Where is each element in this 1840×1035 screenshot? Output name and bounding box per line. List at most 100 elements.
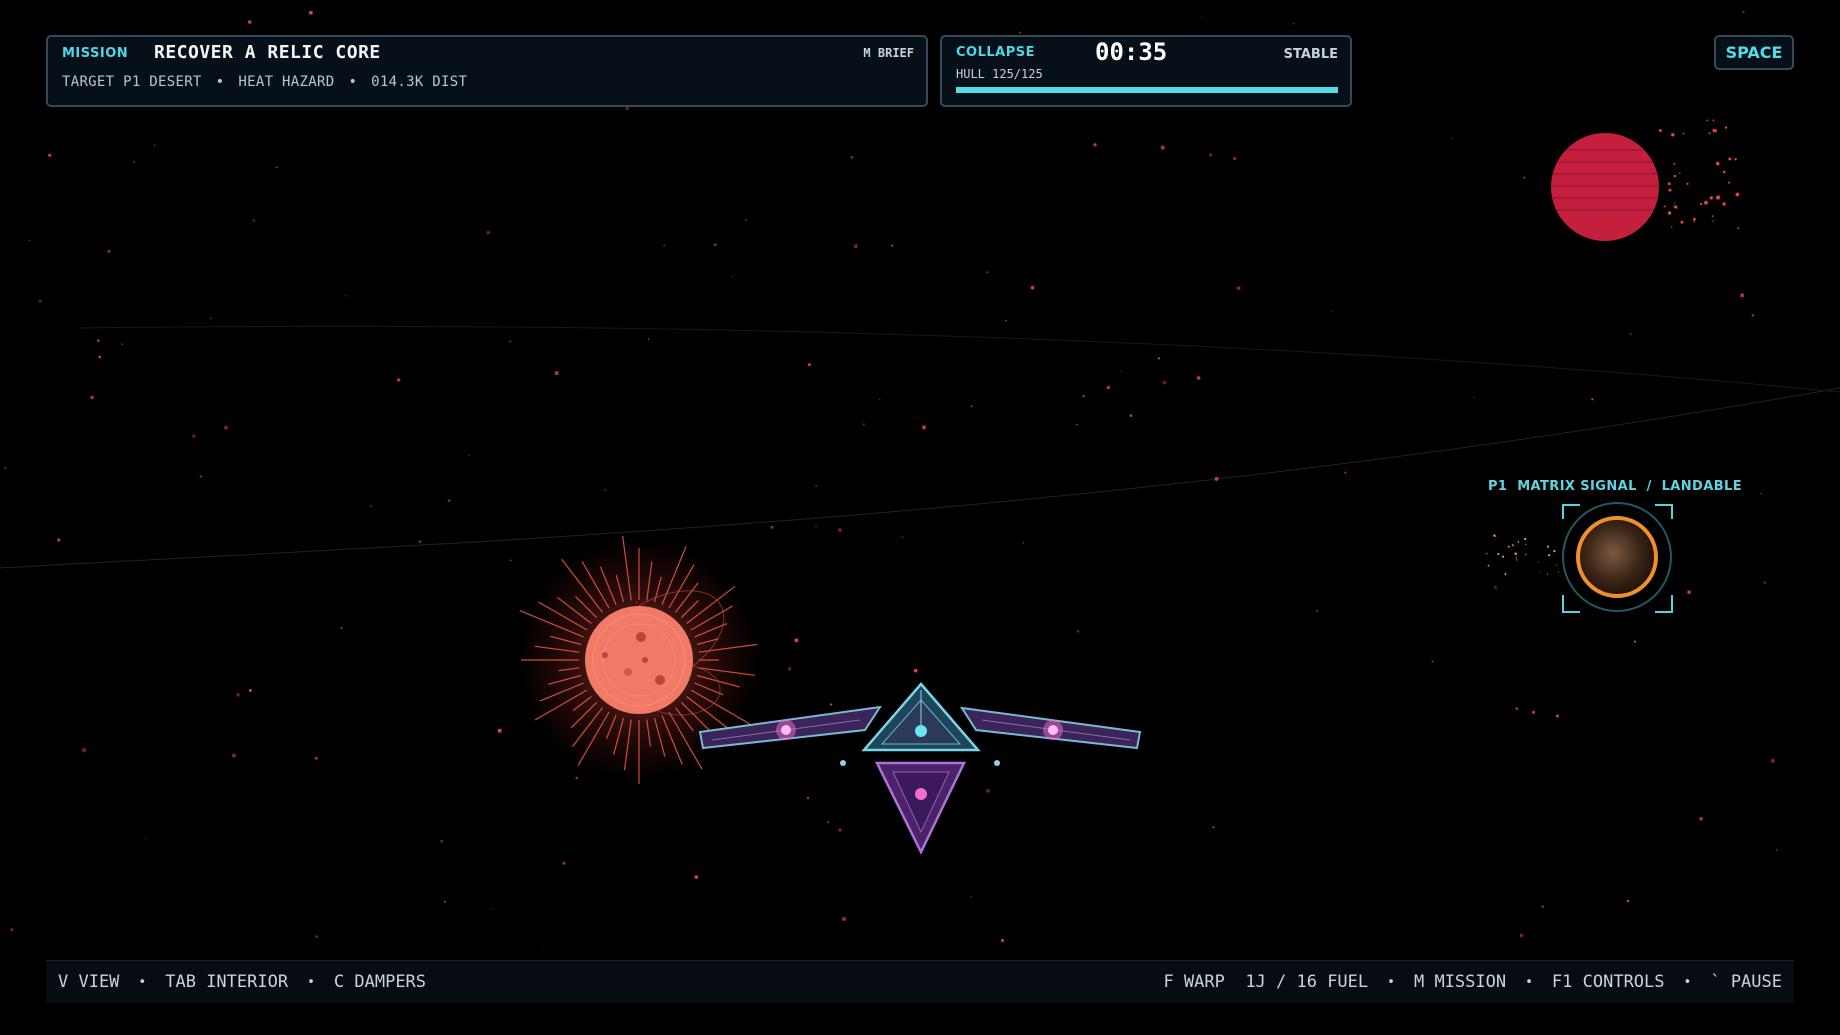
star <box>247 20 252 24</box>
dust-particle <box>1728 181 1730 184</box>
star <box>133 161 135 163</box>
star <box>4 466 7 470</box>
star <box>1629 332 1632 335</box>
dust-particle <box>1546 573 1549 575</box>
star <box>1196 376 1201 380</box>
dust-particle <box>1667 211 1672 215</box>
dust-particle <box>1515 557 1517 559</box>
separator-dot: • <box>1683 974 1692 990</box>
separator-dot: • <box>1525 974 1533 990</box>
dust-particle <box>1517 541 1520 543</box>
star <box>497 728 502 733</box>
star <box>90 395 94 400</box>
star <box>192 434 196 439</box>
star <box>1160 145 1165 150</box>
star <box>444 900 447 903</box>
star <box>1162 380 1167 385</box>
star <box>604 489 606 491</box>
dust-particle <box>1486 553 1488 555</box>
star <box>694 875 699 879</box>
star <box>562 861 566 865</box>
mission-panel: MISSION RECOVER A RELIC CORE M BRIEF TAR… <box>46 35 928 107</box>
dust-particle <box>1507 545 1510 548</box>
star <box>492 908 494 910</box>
star <box>1316 609 1318 612</box>
star <box>794 638 799 643</box>
dust-particle <box>1708 132 1711 135</box>
star <box>1531 710 1536 714</box>
space-scene <box>0 10 1840 950</box>
dust-particle <box>1667 182 1671 186</box>
star <box>28 239 31 242</box>
mission-brief-key[interactable]: M BRIEF <box>863 46 914 60</box>
view-mode-button[interactable]: SPACE <box>1714 35 1794 70</box>
controls-left: V VIEW • TAB INTERIOR • C DAMPERS <box>58 961 426 1003</box>
separator-dot: • <box>138 974 147 990</box>
dust-particle <box>1671 226 1673 228</box>
dust-particle <box>1511 544 1514 547</box>
star <box>486 230 491 235</box>
star <box>210 317 212 320</box>
star <box>107 250 111 253</box>
mission-title: RECOVER A RELIC CORE <box>154 42 381 63</box>
dust-particle <box>1487 564 1490 567</box>
star <box>647 338 650 340</box>
star <box>575 776 578 780</box>
star <box>1018 31 1021 34</box>
star <box>38 299 42 303</box>
red-planet <box>1551 133 1659 241</box>
mission-hint[interactable]: M MISSION <box>1414 972 1506 992</box>
dust-particle <box>1537 561 1539 563</box>
star <box>807 363 811 367</box>
star <box>841 917 846 921</box>
dust-particle <box>1504 573 1507 576</box>
star <box>509 340 512 343</box>
dust-particle <box>1514 552 1517 556</box>
star <box>815 485 817 487</box>
controls-hint[interactable]: F1 CONTROLS <box>1552 972 1665 992</box>
star <box>314 756 318 760</box>
star <box>1556 714 1559 718</box>
mission-distance: 014.3K DIST <box>371 74 468 90</box>
dust-particle <box>1680 220 1684 224</box>
pause-hint[interactable]: ` PAUSE <box>1710 972 1782 992</box>
view-hint[interactable]: V VIEW <box>58 972 119 992</box>
target-planet-p1[interactable] <box>1562 502 1673 613</box>
dust-particle <box>1711 215 1714 218</box>
star <box>252 219 256 222</box>
dust-particle <box>1735 192 1740 197</box>
star <box>153 144 156 146</box>
star <box>913 668 918 673</box>
star <box>830 703 833 706</box>
interior-hint[interactable]: TAB INTERIOR <box>165 972 288 992</box>
dust-particle <box>1737 227 1740 230</box>
star <box>1005 319 1007 322</box>
star <box>862 423 865 426</box>
dust-particle <box>1525 553 1527 556</box>
star <box>554 371 559 376</box>
separator-dot: • <box>1387 974 1395 990</box>
player-ship <box>698 682 1142 855</box>
dust-particle <box>1671 134 1674 137</box>
star <box>543 948 545 950</box>
star <box>1763 581 1766 584</box>
warp-hint[interactable]: F WARP 1J / 16 FUEL <box>1163 972 1368 992</box>
star <box>1129 414 1133 417</box>
mission-details: TARGET P1 DESERT • HEAT HAZARD • 014.3K DIST <box>62 74 467 90</box>
star <box>1450 137 1453 140</box>
star <box>986 271 989 274</box>
star <box>879 399 881 401</box>
dust-particle <box>1722 170 1726 174</box>
star <box>1494 585 1497 589</box>
star <box>1626 899 1630 903</box>
star <box>1120 370 1123 372</box>
star <box>1751 314 1755 317</box>
collapse-timer: 00:35 <box>1095 38 1168 66</box>
dust-particle <box>1548 554 1551 557</box>
dust-particle <box>1713 129 1717 133</box>
collapse-panel: COLLAPSE 00:35 STABLE HULL 125/125 <box>940 35 1352 107</box>
dust-particle <box>1493 534 1496 537</box>
star <box>625 106 629 111</box>
hull-bar-fill <box>956 87 1338 93</box>
dampers-hint[interactable]: C DAMPERS <box>334 972 426 992</box>
